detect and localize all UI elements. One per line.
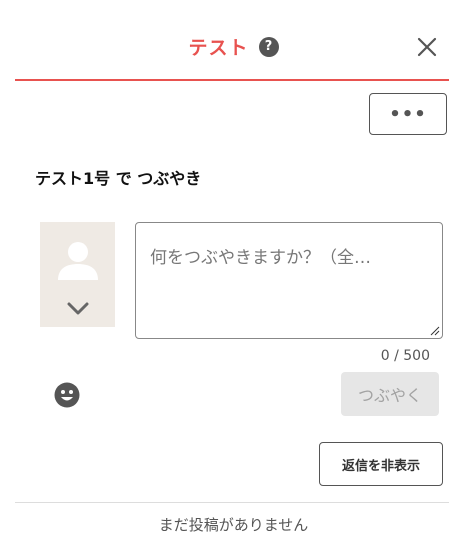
- header-divider: [15, 79, 449, 81]
- hide-replies-button[interactable]: 返信を非表示: [319, 442, 443, 486]
- title-group: テスト ?: [0, 33, 467, 60]
- close-icon[interactable]: [416, 36, 438, 58]
- page-title: テスト: [188, 37, 249, 59]
- character-counter: 0 / 500: [380, 348, 430, 364]
- post-textarea[interactable]: 何をつぶやきますか？（全…: [135, 222, 443, 339]
- user-avatar-icon: [58, 242, 98, 280]
- more-options-button[interactable]: •••: [369, 93, 447, 135]
- modal-header: テスト ?: [0, 0, 467, 80]
- help-icon[interactable]: ?: [258, 36, 279, 57]
- avatar-selector[interactable]: [40, 222, 115, 327]
- textarea-placeholder: 何をつぶやきますか？（全…: [150, 248, 371, 268]
- resize-handle-icon[interactable]: [430, 326, 440, 336]
- section-divider: [15, 502, 449, 503]
- post-as-label: テスト1号 で つぶやき: [35, 169, 202, 188]
- chevron-down-icon: [67, 302, 89, 315]
- submit-button[interactable]: つぶやく: [341, 372, 439, 416]
- emoji-icon[interactable]: [54, 382, 80, 408]
